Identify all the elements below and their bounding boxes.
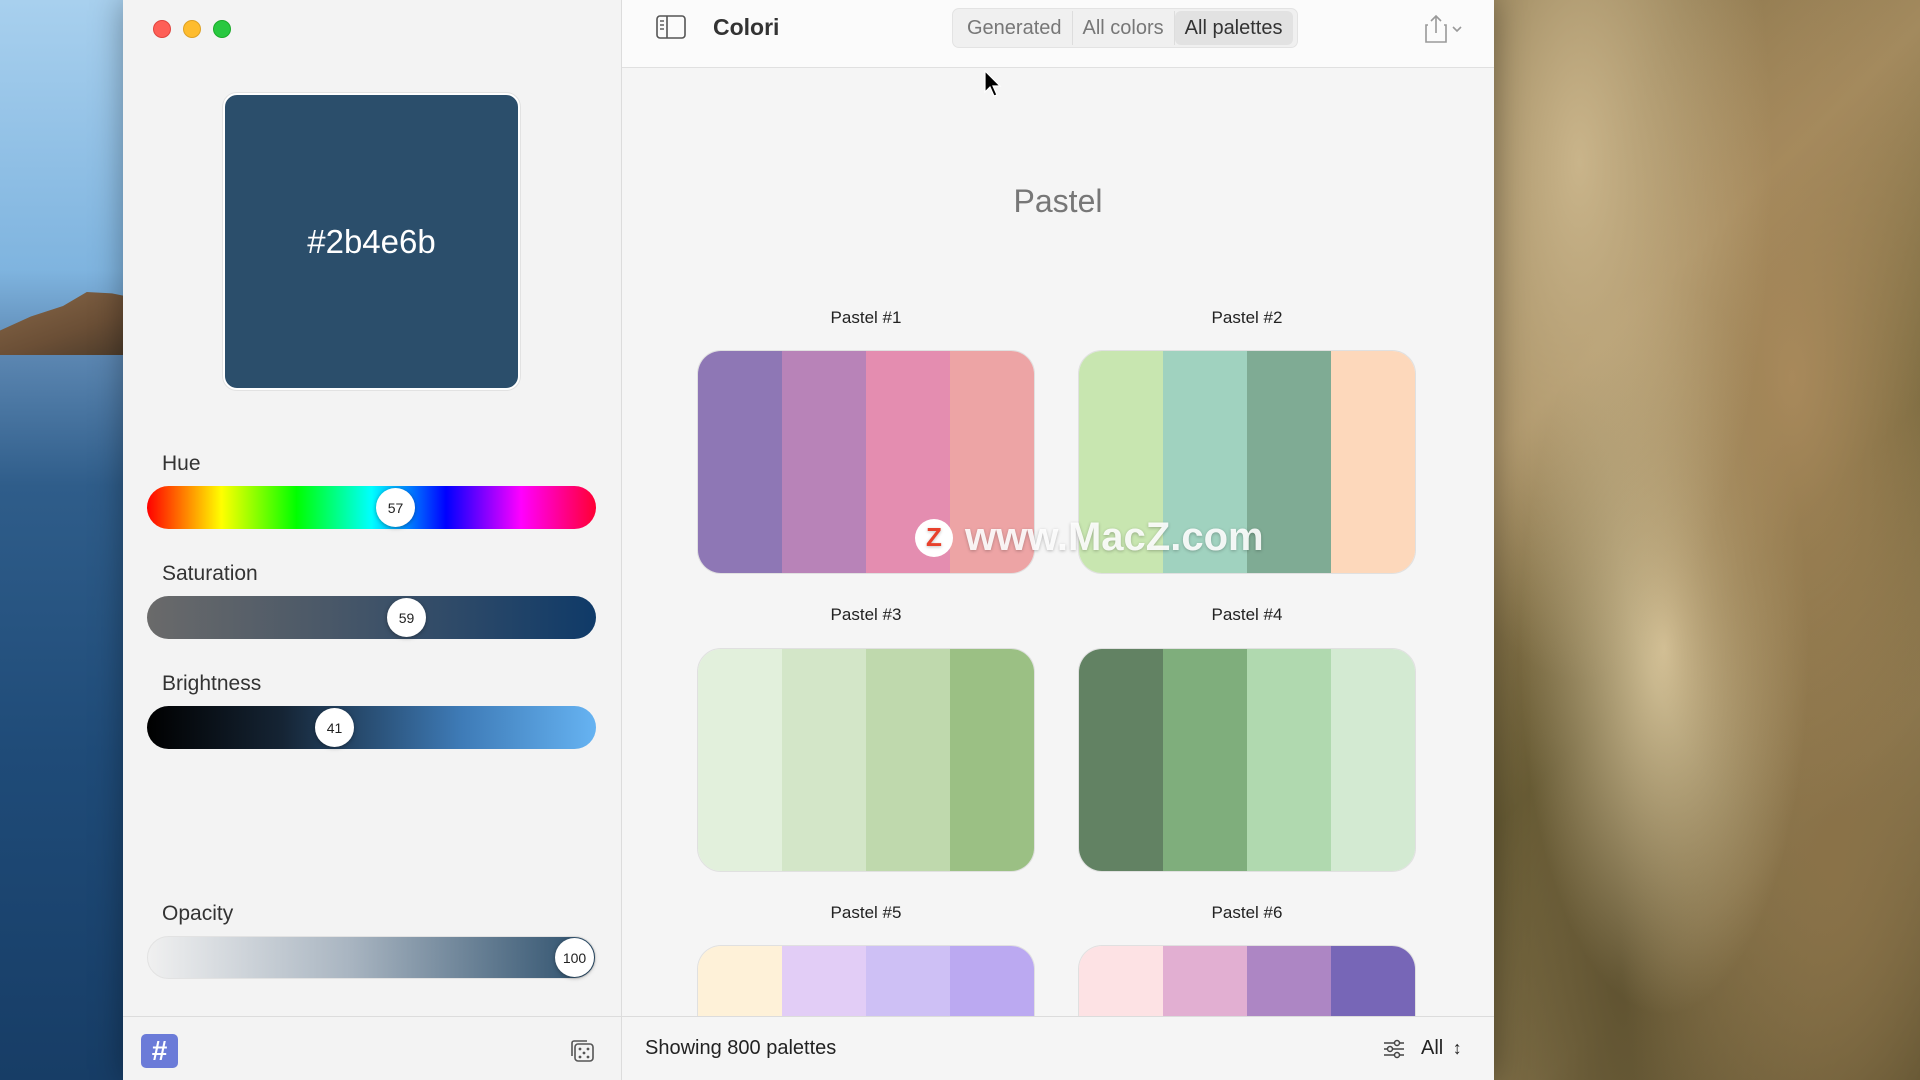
palette-color-swatch[interactable]	[950, 649, 1034, 871]
brightness-slider-knob[interactable]: 41	[315, 708, 354, 747]
opacity-slider-knob[interactable]: 100	[555, 938, 594, 977]
watermark-text: www.MacZ.com	[965, 515, 1264, 559]
close-window-button[interactable]	[153, 20, 171, 38]
filter-select[interactable]: All ↕	[1421, 1037, 1462, 1060]
hue-label: Hue	[162, 452, 201, 475]
color-sidebar: #2b4e6b Hue 57 Saturation 59 Brightness …	[123, 0, 622, 1080]
brightness-label: Brightness	[162, 672, 262, 695]
palette-color-swatch[interactable]	[1331, 351, 1415, 573]
hue-slider-knob[interactable]: 57	[376, 488, 415, 527]
palette-card[interactable]	[1078, 648, 1416, 872]
saturation-slider[interactable]: 59	[147, 596, 596, 639]
color-swatch[interactable]: #2b4e6b	[223, 93, 520, 390]
random-dice-icon[interactable]	[570, 1039, 596, 1063]
toolbar: Colori Generated All colors All palettes	[622, 0, 1494, 68]
palette-color-swatch[interactable]	[698, 946, 782, 1016]
palette-title: Pastel #5	[830, 903, 902, 922]
share-icon[interactable]	[1422, 14, 1466, 44]
palette-card[interactable]	[697, 945, 1035, 1016]
minimize-window-button[interactable]	[183, 20, 201, 38]
palette-color-swatch[interactable]	[782, 649, 866, 871]
palette-color-swatch[interactable]	[866, 946, 950, 1016]
tab-all-palettes[interactable]: All palettes	[1174, 11, 1293, 45]
sliders-icon[interactable]	[1383, 1039, 1405, 1059]
brightness-slider[interactable]: 41	[147, 706, 596, 749]
palette-title: Pastel #6	[1211, 903, 1283, 922]
palette-title: Pastel #3	[830, 605, 902, 624]
app-window: #2b4e6b Hue 57 Saturation 59 Brightness …	[123, 0, 1494, 1080]
filter-select-value: All	[1421, 1037, 1444, 1059]
palette-count-text: Showing 800 palettes	[645, 1037, 837, 1059]
hue-slider[interactable]: 57	[147, 486, 596, 529]
view-tabs: Generated All colors All palettes	[952, 8, 1298, 48]
palette-title: Pastel #2	[1211, 308, 1283, 327]
tab-generated[interactable]: Generated	[957, 11, 1073, 45]
window-controls	[153, 20, 231, 38]
desktop-wallpaper-left	[0, 0, 140, 1080]
tab-all-colors[interactable]: All colors	[1073, 11, 1175, 45]
palette-card[interactable]	[1078, 945, 1416, 1016]
palette-color-swatch[interactable]	[698, 351, 782, 573]
wallpaper-island	[0, 292, 140, 355]
opacity-label: Opacity	[162, 902, 234, 925]
palette-color-swatch[interactable]	[1331, 946, 1415, 1016]
palette-color-swatch[interactable]	[1163, 649, 1247, 871]
palette-color-swatch[interactable]	[1247, 946, 1331, 1016]
mouse-cursor-icon	[984, 70, 1002, 97]
watermark-badge: Z	[915, 518, 953, 557]
hex-format-button[interactable]: #	[141, 1034, 178, 1068]
palette-color-swatch[interactable]	[782, 351, 866, 573]
section-title: Pastel	[1013, 183, 1103, 219]
palette-color-swatch[interactable]	[1163, 946, 1247, 1016]
desktop-wallpaper-right	[1494, 0, 1920, 1080]
color-hex-label: #2b4e6b	[307, 222, 436, 260]
palette-card[interactable]	[697, 648, 1035, 872]
app-title: Colori	[713, 14, 780, 40]
zoom-window-button[interactable]	[213, 20, 231, 38]
saturation-label: Saturation	[162, 562, 258, 585]
palette-color-swatch[interactable]	[1079, 946, 1163, 1016]
sidebar-footer: #	[123, 1016, 622, 1080]
saturation-slider-knob[interactable]: 59	[387, 598, 426, 637]
palette-color-swatch[interactable]	[698, 649, 782, 871]
palette-color-swatch[interactable]	[1079, 649, 1163, 871]
palette-title: Pastel #4	[1211, 605, 1283, 624]
status-bar: Showing 800 palettes All ↕	[622, 1016, 1494, 1080]
palette-color-swatch[interactable]	[782, 946, 866, 1016]
palette-title: Pastel #1	[830, 308, 902, 327]
palette-color-swatch[interactable]	[950, 946, 1034, 1016]
palette-color-swatch[interactable]	[1247, 649, 1331, 871]
opacity-slider[interactable]: 100	[147, 936, 596, 979]
palette-color-swatch[interactable]	[1331, 649, 1415, 871]
chevron-updown-icon: ↕	[1452, 1038, 1462, 1058]
palette-color-swatch[interactable]	[866, 649, 950, 871]
watermark: Z www.MacZ.com	[915, 515, 1264, 560]
sidebar-icon[interactable]	[656, 14, 686, 40]
